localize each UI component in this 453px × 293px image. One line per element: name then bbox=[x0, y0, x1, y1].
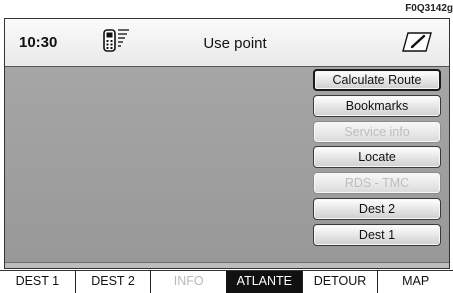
content-panel: Calculate Route Bookmarks Service info L… bbox=[5, 67, 449, 268]
tab-detour[interactable]: DETOUR bbox=[301, 271, 378, 293]
page-title: Use point bbox=[203, 35, 267, 52]
edit-icon[interactable] bbox=[400, 29, 434, 60]
nav-screen: 10:30 Use point Calculate Route Bookmark… bbox=[4, 18, 450, 269]
dest-2-button[interactable]: Dest 2 bbox=[313, 197, 441, 220]
bookmarks-button[interactable]: Bookmarks bbox=[313, 94, 441, 117]
phone-signal-icon bbox=[103, 27, 131, 60]
panel-bottom-strip bbox=[5, 262, 449, 268]
calculate-route-button[interactable]: Calculate Route bbox=[313, 69, 441, 91]
tab-dest-2[interactable]: DEST 2 bbox=[74, 271, 151, 293]
rds-tmc-button[interactable]: RDS - TMC bbox=[313, 172, 441, 195]
clock: 10:30 bbox=[19, 34, 58, 51]
tab-atlante[interactable]: ATLANTE bbox=[226, 271, 302, 293]
dest-1-button[interactable]: Dest 1 bbox=[313, 223, 441, 246]
action-menu: Calculate Route Bookmarks Service info L… bbox=[313, 69, 441, 250]
locate-button[interactable]: Locate bbox=[313, 146, 441, 169]
tab-info[interactable]: INFO bbox=[150, 271, 227, 293]
tab-map[interactable]: MAP bbox=[377, 271, 453, 293]
figure-code: F0Q3142g bbox=[405, 3, 453, 14]
tab-dest-1[interactable]: DEST 1 bbox=[0, 271, 75, 293]
title-bar: 10:30 Use point bbox=[5, 19, 449, 67]
service-info-button[interactable]: Service info bbox=[313, 120, 441, 143]
soft-key-bar: DEST 1 DEST 2 INFO ATLANTE DETOUR MAP bbox=[0, 270, 453, 293]
